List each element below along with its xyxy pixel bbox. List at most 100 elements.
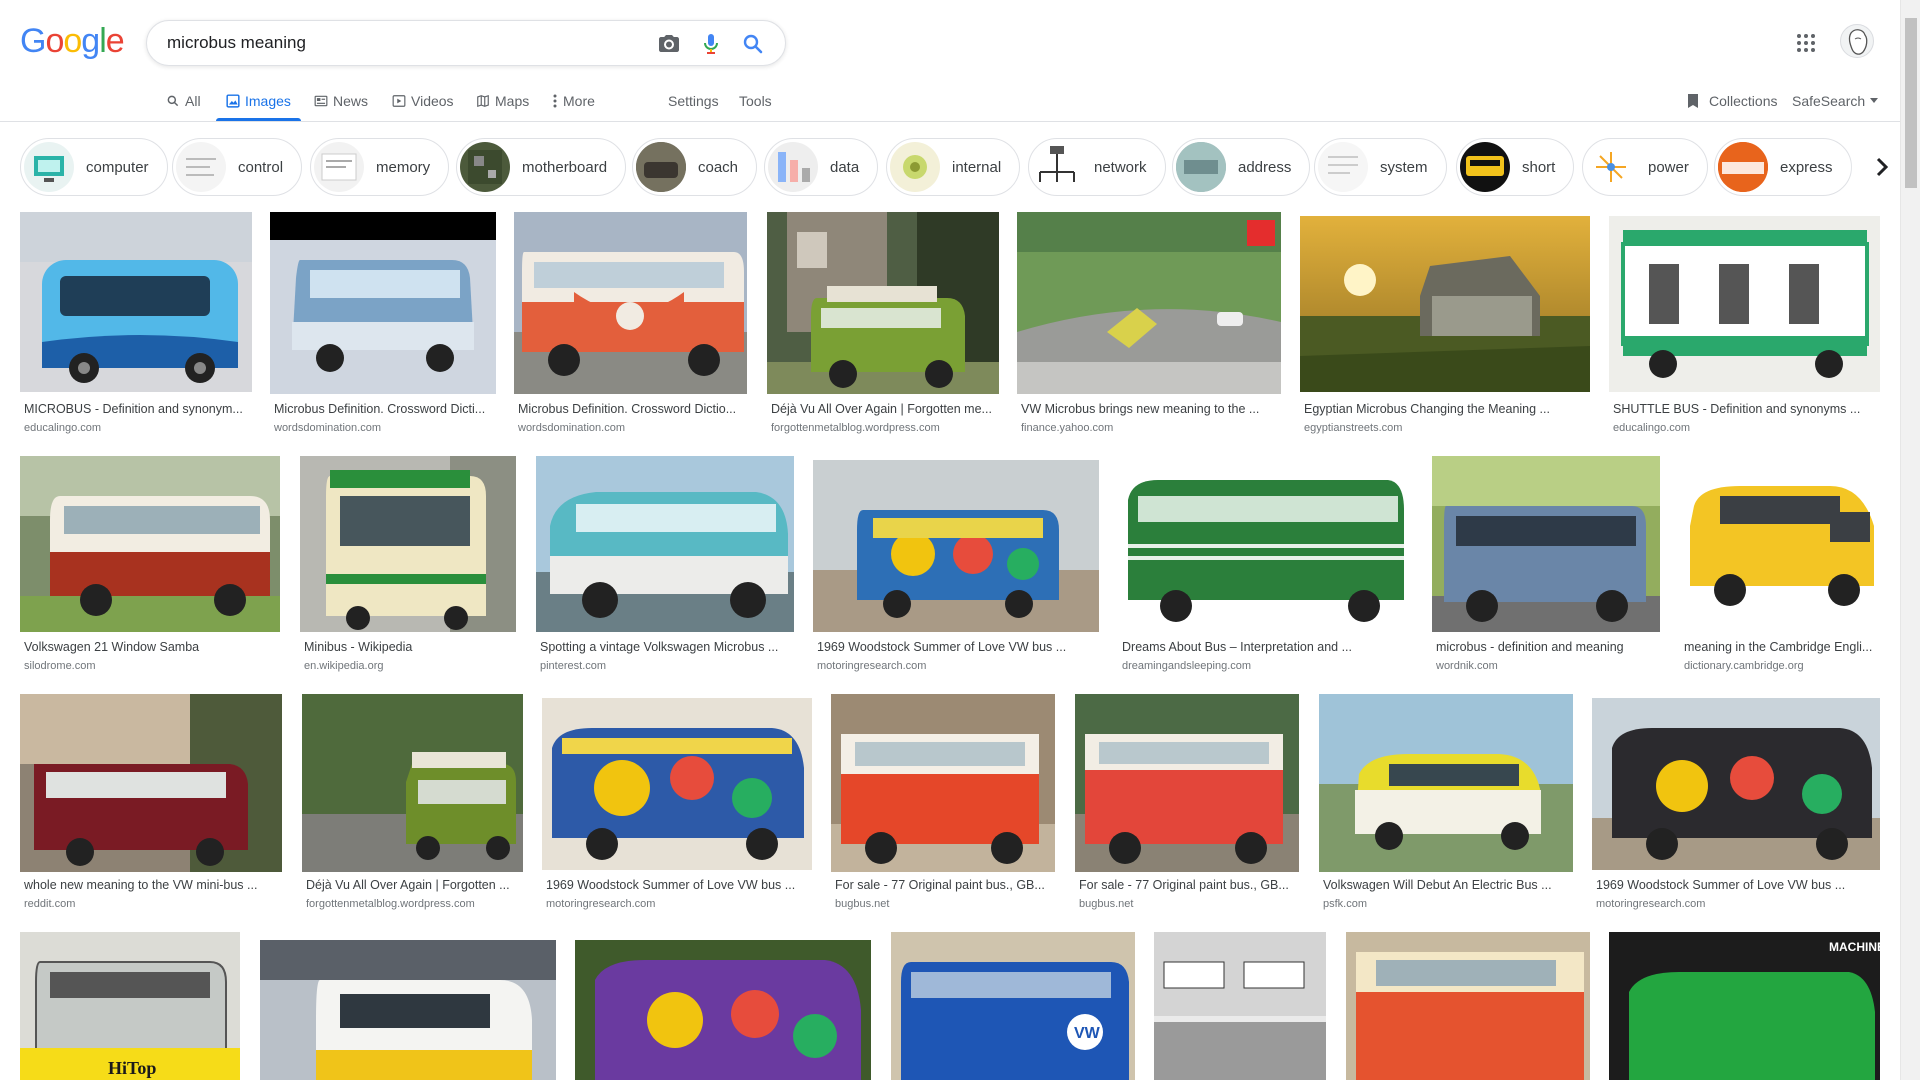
result-image <box>20 456 280 632</box>
chip-power[interactable]: power <box>1582 138 1708 196</box>
result-image <box>1300 216 1590 392</box>
tab-images[interactable]: Images <box>226 90 291 112</box>
chip-label: short <box>1522 158 1556 176</box>
result-title[interactable]: Microbus Definition. Crossword Dicti... <box>274 402 496 416</box>
image-result[interactable]: HiTop <box>20 932 240 1080</box>
tab-videos[interactable]: Videos <box>392 90 454 112</box>
result-title[interactable]: Spotting a vintage Volkswagen Microbus .… <box>540 640 794 654</box>
result-title[interactable]: VW Microbus brings new meaning to the ..… <box>1021 402 1281 416</box>
image-icon <box>226 94 240 108</box>
image-result[interactable]: 1969 Woodstock Summer of Love VW bus ...… <box>1592 694 1880 914</box>
image-result[interactable]: Microbus Definition. Crossword Dictio...… <box>514 212 747 434</box>
image-result[interactable]: Volkswagen Will Debut An Electric Bus ..… <box>1319 694 1573 914</box>
chip-short[interactable]: short <box>1456 138 1575 196</box>
result-title[interactable]: whole new meaning to the VW mini-bus ... <box>24 878 282 892</box>
chip-thumbnail <box>1318 142 1368 192</box>
image-result[interactable] <box>1346 932 1590 1080</box>
image-result[interactable] <box>1154 932 1326 1080</box>
tab-maps[interactable]: Maps <box>476 90 529 112</box>
image-result[interactable]: Volkswagen 21 Window Samba silodrome.com <box>20 456 280 676</box>
image-result[interactable]: SHUTTLE BUS - Definition and synonyms ..… <box>1609 212 1880 434</box>
chip-control[interactable]: control <box>172 138 303 196</box>
result-source: motoringresearch.com <box>817 660 927 672</box>
image-result[interactable]: 1969 Woodstock Summer of Love VW bus ...… <box>542 694 812 914</box>
image-result[interactable]: MICROBUS - Definition and synonym... edu… <box>20 212 252 434</box>
chip-internal[interactable]: internal <box>886 138 1021 196</box>
chip-memory[interactable]: memory <box>310 138 450 196</box>
scrollbar-thumb[interactable] <box>1905 18 1917 188</box>
image-result[interactable]: VW <box>891 932 1135 1080</box>
result-title[interactable]: Volkswagen Will Debut An Electric Bus ..… <box>1323 878 1573 892</box>
microphone-icon[interactable] <box>699 32 723 56</box>
image-result[interactable]: For sale - 77 Original paint bus., GB...… <box>831 694 1055 914</box>
camera-icon[interactable] <box>657 32 681 56</box>
chip-coach[interactable]: coach <box>632 138 758 196</box>
avatar[interactable] <box>1840 24 1874 58</box>
result-title[interactable]: meaning in the Cambridge Engli... <box>1684 640 1880 654</box>
image-result[interactable]: For sale - 77 Original paint bus., GB...… <box>1075 694 1299 914</box>
result-title[interactable]: SHUTTLE BUS - Definition and synonyms ..… <box>1613 402 1880 416</box>
related-chips: computer control memory motherboard coac… <box>20 138 1900 198</box>
image-result[interactable]: Dreams About Bus – Interpretation and ..… <box>1118 456 1411 676</box>
chips-next-button[interactable] <box>1862 146 1902 188</box>
result-title[interactable]: Microbus Definition. Crossword Dictio... <box>518 402 747 416</box>
image-result[interactable] <box>575 940 871 1080</box>
safesearch-toggle[interactable]: SafeSearch <box>1792 90 1879 112</box>
result-title[interactable]: microbus - definition and meaning <box>1436 640 1660 654</box>
chip-motherboard[interactable]: motherboard <box>456 138 627 196</box>
search-tabs: All Images News Videos Maps More Setting… <box>0 88 1900 122</box>
tools-label: Tools <box>739 93 772 109</box>
tab-more-label: More <box>563 93 595 109</box>
tab-news[interactable]: News <box>314 90 368 112</box>
image-result[interactable]: whole new meaning to the VW mini-bus ...… <box>20 694 282 914</box>
result-source: egyptianstreets.com <box>1304 422 1403 434</box>
chip-network[interactable]: network <box>1028 138 1166 196</box>
result-title[interactable]: 1969 Woodstock Summer of Love VW bus ... <box>1596 878 1880 892</box>
image-result[interactable]: MACHINE <box>1609 932 1885 1080</box>
image-result[interactable]: VW Microbus brings new meaning to the ..… <box>1017 212 1281 434</box>
chip-thumbnail <box>890 142 940 192</box>
chip-computer[interactable]: computer <box>20 138 168 196</box>
result-source: forgottenmetalblog.wordpress.com <box>771 422 940 434</box>
result-title[interactable]: 1969 Woodstock Summer of Love VW bus ... <box>546 878 812 892</box>
result-title[interactable]: Déjà Vu All Over Again | Forgotten me... <box>771 402 999 416</box>
chip-label: computer <box>86 158 149 176</box>
google-apps-icon[interactable] <box>1796 33 1816 53</box>
search-input[interactable] <box>167 31 637 55</box>
result-title[interactable]: Dreams About Bus – Interpretation and ..… <box>1122 640 1411 654</box>
chip-address[interactable]: address <box>1172 138 1311 196</box>
result-title[interactable]: Déjà Vu All Over Again | Forgotten ... <box>306 878 523 892</box>
image-result[interactable]: Microbus Definition. Crossword Dicti... … <box>270 212 496 434</box>
image-result[interactable]: 1969 Woodstock Summer of Love VW bus ...… <box>813 456 1099 676</box>
page-scrollbar[interactable] <box>1900 0 1920 1080</box>
result-title[interactable]: 1969 Woodstock Summer of Love VW bus ... <box>817 640 1099 654</box>
image-result[interactable]: Déjà Vu All Over Again | Forgotten me...… <box>767 212 999 434</box>
image-result[interactable]: microbus - definition and meaning wordni… <box>1432 456 1660 676</box>
image-result[interactable]: Spotting a vintage Volkswagen Microbus .… <box>536 456 794 676</box>
tools-link[interactable]: Tools <box>739 90 772 112</box>
search-icon <box>167 95 179 107</box>
search-icon[interactable] <box>741 32 765 56</box>
tab-all[interactable]: All <box>166 90 201 112</box>
image-result[interactable]: meaning in the Cambridge Engli... dictio… <box>1680 456 1880 676</box>
result-image <box>514 212 747 394</box>
result-title[interactable]: For sale - 77 Original paint bus., GB... <box>835 878 1055 892</box>
result-title[interactable]: Volkswagen 21 Window Samba <box>24 640 280 654</box>
tab-more[interactable]: More <box>552 90 595 112</box>
settings-link[interactable]: Settings <box>668 90 719 112</box>
chip-thumbnail <box>176 142 226 192</box>
image-result[interactable]: Minibus - Wikipedia en.wikipedia.org <box>300 456 516 676</box>
result-title[interactable]: Egyptian Microbus Changing the Meaning .… <box>1304 402 1590 416</box>
image-result[interactable]: Déjà Vu All Over Again | Forgotten ... f… <box>302 694 523 914</box>
image-result[interactable]: Egyptian Microbus Changing the Meaning .… <box>1300 212 1590 434</box>
collections-link[interactable]: Collections <box>1686 90 1777 112</box>
result-title[interactable]: MICROBUS - Definition and synonym... <box>24 402 252 416</box>
chip-data[interactable]: data <box>764 138 879 196</box>
chip-express[interactable]: express <box>1714 138 1852 196</box>
chip-system[interactable]: system <box>1314 138 1447 196</box>
result-title[interactable]: For sale - 77 Original paint bus., GB... <box>1079 878 1299 892</box>
result-title[interactable]: Minibus - Wikipedia <box>304 640 516 654</box>
tab-maps-label: Maps <box>495 93 530 109</box>
image-result[interactable] <box>260 940 556 1080</box>
google-logo[interactable]: Google <box>20 22 125 61</box>
